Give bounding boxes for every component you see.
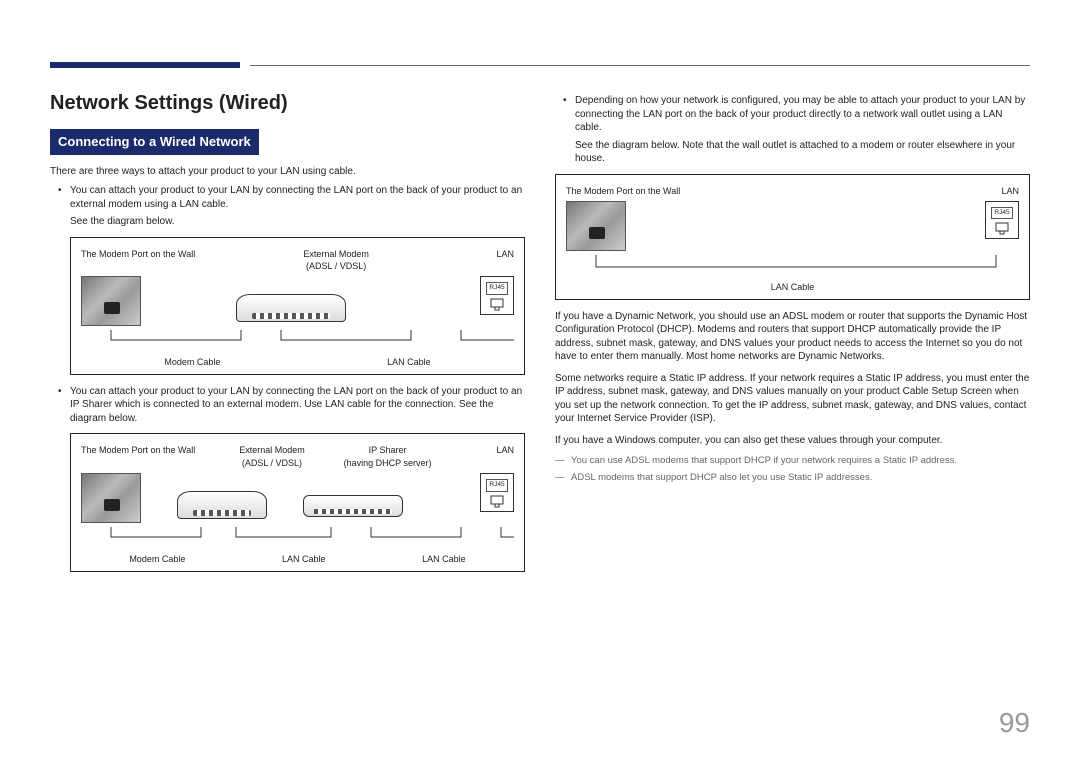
cable-label: Modem Cable: [129, 553, 185, 565]
left-column: Network Settings (Wired) Connecting to a…: [50, 90, 525, 582]
note-item: ADSL modems that support DHCP also let y…: [555, 472, 1030, 485]
bullet-item: You can attach your product to your LAN …: [70, 385, 525, 426]
diag-label: The Modem Port on the Wall: [81, 444, 210, 468]
wall-port-icon: [566, 201, 626, 251]
diag-label: External Modem (ADSL / VDSL): [218, 444, 326, 468]
diag-label: LAN: [852, 185, 1019, 197]
page-title: Network Settings (Wired): [50, 90, 525, 117]
lan-port-box: RJ45: [480, 473, 514, 512]
modem-icon: [177, 491, 267, 519]
diagram-modem: The Modem Port on the Wall External Mode…: [70, 237, 525, 375]
cable-lines: [81, 527, 514, 547]
bullet-subtext: See the diagram below. Note that the wal…: [575, 139, 1030, 166]
bullet-text: You can attach your product to your LAN …: [70, 185, 522, 210]
page-number: 99: [999, 707, 1030, 739]
lan-port-box: RJ45: [480, 276, 514, 315]
ip-sharer-icon: [303, 495, 403, 517]
rj45-icon: [994, 221, 1010, 235]
body-paragraph: Some networks require a Static IP addres…: [555, 372, 1030, 426]
note-item: You can use ADSL modems that support DHC…: [555, 455, 1030, 468]
body-paragraph: If you have a Dynamic Network, you shoul…: [555, 310, 1030, 364]
header-accent-bar: [50, 62, 240, 68]
diag-label: The Modem Port on the Wall: [81, 248, 251, 272]
intro-text: There are three ways to attach your prod…: [50, 165, 525, 179]
rj45-icon: [489, 297, 505, 311]
bullet-item: You can attach your product to your LAN …: [70, 184, 525, 229]
bullet-text: You can attach your product to your LAN …: [70, 386, 522, 424]
wall-port-icon: [81, 473, 141, 523]
diagram-wall-direct: The Modem Port on the Wall LAN RJ45 LAN …: [555, 174, 1030, 300]
cable-lines: [81, 330, 514, 350]
cable-lines: [566, 255, 1019, 275]
rj45-icon: [489, 494, 505, 508]
bullet-subtext: See the diagram below.: [70, 215, 525, 229]
diagram-ip-sharer: The Modem Port on the Wall External Mode…: [70, 433, 525, 571]
modem-icon: [236, 294, 346, 322]
lan-port-box: RJ45: [985, 201, 1019, 240]
cable-label: Modem Cable: [164, 356, 220, 368]
diag-label: LAN: [421, 248, 514, 272]
diag-label: The Modem Port on the Wall: [566, 185, 844, 197]
cable-label: LAN Cable: [771, 281, 815, 293]
diag-label: External Modem (ADSL / VDSL): [259, 248, 413, 272]
body-paragraph: If you have a Windows computer, you can …: [555, 434, 1030, 448]
wall-port-icon: [81, 276, 141, 326]
header-rule: [250, 65, 1030, 66]
manual-page: Network Settings (Wired) Connecting to a…: [0, 0, 1080, 763]
diag-label: IP Sharer (having DHCP server): [334, 444, 442, 468]
cable-label: LAN Cable: [282, 553, 326, 565]
cable-label: LAN Cable: [387, 356, 431, 368]
cable-label: LAN Cable: [422, 553, 466, 565]
bullet-item: Depending on how your network is configu…: [575, 94, 1030, 166]
right-column: Depending on how your network is configu…: [555, 90, 1030, 582]
section-heading: Connecting to a Wired Network: [50, 129, 259, 155]
bullet-text: Depending on how your network is configu…: [575, 95, 1025, 133]
diag-label: LAN: [449, 444, 514, 468]
